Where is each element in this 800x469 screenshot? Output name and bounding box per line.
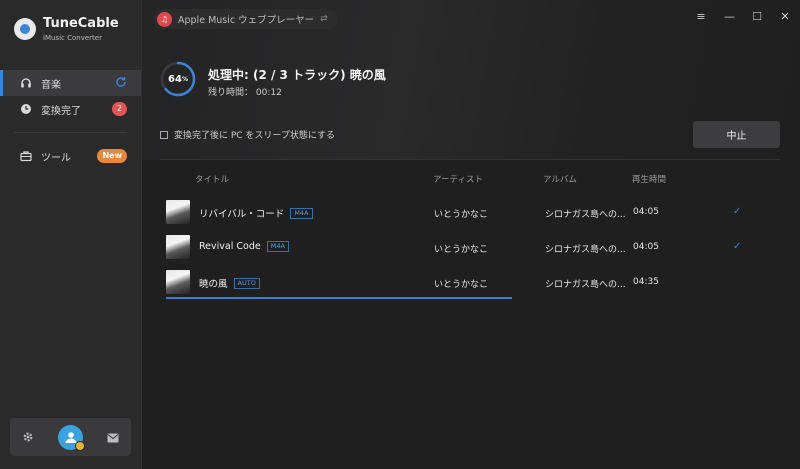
album-cover (166, 270, 190, 294)
sidebar-item-label: 音楽 (41, 79, 61, 91)
format-tag: M4A (266, 241, 289, 252)
header-duration: 再生時間 (632, 175, 667, 185)
table-row[interactable]: Revival Code M4A いとうかなこ シロナガス島への... 04:05… (164, 235, 754, 261)
sidebar-item-music[interactable]: 音楽 (0, 70, 141, 96)
converted-count-badge: 2 (111, 102, 127, 116)
window-controls: ≡ — ☐ ✕ (696, 10, 790, 23)
headphones-icon (20, 77, 32, 89)
header-artist: アーティスト (433, 175, 483, 185)
toolbox-icon (20, 150, 32, 162)
stop-button[interactable]: 中止 (693, 121, 780, 148)
source-label: Apple Music ウェブプレーヤー (178, 15, 315, 26)
track-duration: 04:35 (633, 277, 659, 287)
header-album: アルバム (543, 175, 577, 185)
brand: TuneCable iMusic Converter (14, 16, 119, 42)
mail-icon[interactable] (107, 428, 119, 447)
main-panel: ♫ Apple Music ウェブプレーヤー ⇄ ≡ — ☐ ✕ 64% 処理中… (142, 0, 800, 469)
clock-icon (20, 103, 32, 115)
sidebar-divider (14, 132, 127, 133)
progress-percent: 64% (168, 73, 188, 85)
track-title: Revival Code (199, 241, 261, 252)
sleep-option-label: 変換完了後に PC をスリープ状態にする (174, 131, 335, 141)
format-tag: AUTO (233, 277, 260, 289)
track-title: 暁の風 (199, 279, 228, 290)
source-selector[interactable]: ♫ Apple Music ウェブプレーヤー ⇄ (154, 9, 338, 29)
track-title: リバイバル・コード (199, 209, 285, 220)
table-row[interactable]: 暁の風 AUTO いとうかなこ シロナガス島への... 04:35 (164, 270, 754, 296)
sleep-after-convert-option[interactable]: 変換完了後に PC をスリープ状態にする (160, 128, 335, 141)
header-title: タイトル (195, 175, 230, 185)
account-avatar[interactable] (58, 424, 85, 451)
track-album: シロナガス島への... (545, 245, 626, 255)
done-check-icon: ✓ (733, 206, 742, 217)
menu-icon[interactable]: ≡ (696, 10, 706, 23)
sync-spinner-icon (115, 76, 127, 91)
sidebar-footer (10, 418, 131, 456)
sidebar-item-label: 変換完了 (41, 105, 81, 117)
remaining-time: 残り時間： 00:12 (208, 88, 282, 98)
track-artist: いとうかなこ (434, 280, 489, 290)
sidebar-nav: 音楽 変換完了 2 ツール New (0, 70, 141, 169)
settings-gear-icon[interactable] (22, 428, 34, 447)
sidebar-item-label: ツール (41, 152, 71, 164)
table-divider (160, 159, 780, 160)
swap-icon: ⇄ (320, 14, 328, 24)
format-tag: M4A (290, 207, 313, 219)
minimize-button[interactable]: — (724, 10, 735, 23)
track-album: シロナガス島への... (545, 210, 626, 220)
sidebar: TuneCable iMusic Converter 音楽 変換完了 2 ツール… (0, 0, 142, 469)
table-row[interactable]: リバイバル・コード M4A いとうかなこ シロナガス島への... 04:05 ✓ (164, 200, 754, 226)
album-cover (166, 200, 190, 224)
sleep-checkbox[interactable] (160, 130, 168, 139)
maximize-button[interactable]: ☐ (752, 10, 762, 23)
album-cover (166, 235, 190, 259)
track-artist: いとうかなこ (434, 210, 489, 220)
new-badge: New (97, 149, 127, 163)
premium-badge-icon (75, 440, 85, 451)
app-subtitle: iMusic Converter (43, 34, 102, 42)
track-duration: 04:05 (633, 207, 659, 217)
tunecable-logo-icon (14, 18, 36, 40)
current-track-progress-bar (166, 297, 512, 299)
sidebar-item-tools[interactable]: ツール New (0, 143, 141, 169)
sidebar-item-converted[interactable]: 変換完了 2 (0, 96, 141, 122)
track-duration: 04:05 (633, 242, 659, 252)
music-note-icon: ♫ (157, 11, 172, 27)
processing-title: 処理中: (2 / 3 トラック) 暁の風 (208, 68, 386, 82)
conversion-progress-ring: 64% (160, 61, 196, 97)
app-name: TuneCable (43, 16, 119, 31)
close-button[interactable]: ✕ (780, 10, 790, 23)
track-album: シロナガス島への... (545, 280, 626, 290)
track-artist: いとうかなこ (434, 245, 489, 255)
done-check-icon: ✓ (733, 241, 742, 252)
